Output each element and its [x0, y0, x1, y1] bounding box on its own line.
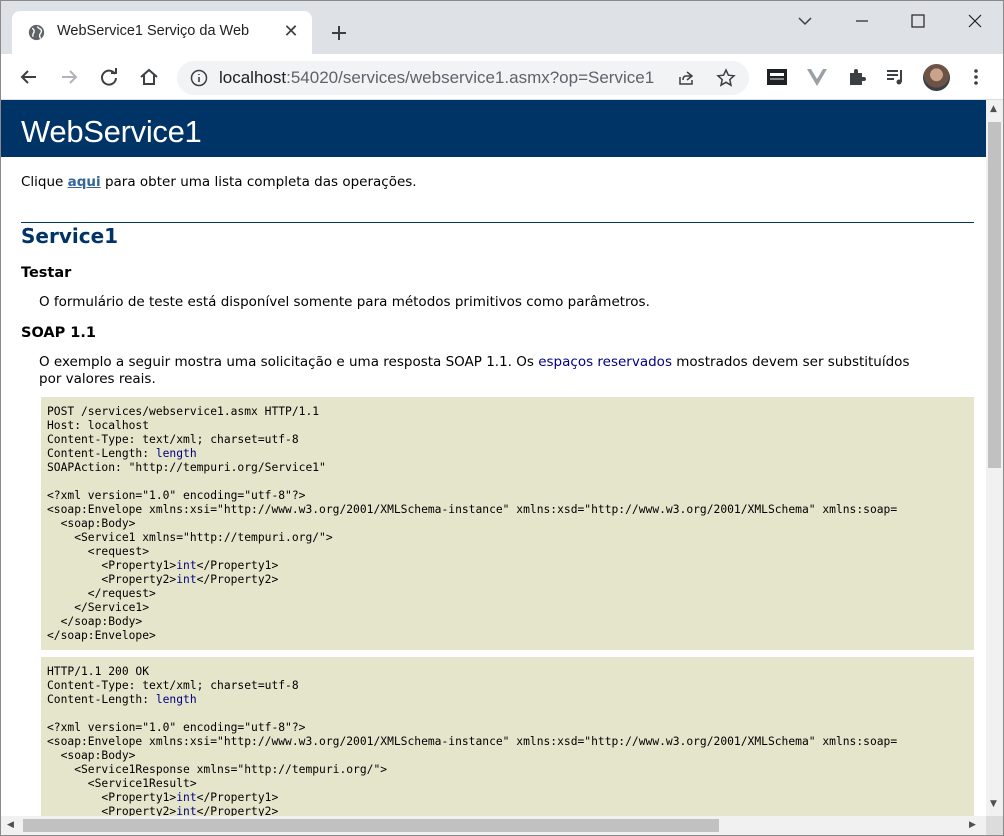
soap-response-sample: HTTP/1.1 200 OK Content-Type: text/xml; … — [41, 657, 974, 816]
close-tab-icon[interactable]: ✕ — [282, 23, 300, 41]
news-extension-icon[interactable] — [766, 66, 788, 88]
share-icon[interactable] — [677, 69, 695, 87]
scroll-down-arrow-icon[interactable]: ▼ — [990, 800, 997, 809]
vertical-scroll-thumb[interactable] — [988, 122, 1001, 468]
operations-intro: Clique aqui para obter uma lista complet… — [21, 174, 417, 190]
scroll-up-arrow-icon[interactable]: ▲ — [990, 105, 997, 114]
test-description: O formulário de teste está disponível so… — [39, 294, 650, 310]
test-heading: Testar — [21, 265, 72, 281]
maximize-icon[interactable] — [908, 11, 928, 31]
tab-search-chevron-icon[interactable] — [795, 11, 815, 31]
operations-list-link[interactable]: aqui — [68, 174, 101, 190]
new-tab-icon[interactable] — [327, 21, 351, 45]
page-banner: WebService1 — [1, 100, 986, 157]
profile-avatar[interactable] — [923, 64, 950, 91]
globe-icon — [28, 24, 45, 41]
browser-toolbar: localhost:54020/services/webservice1.asm… — [1, 54, 1003, 100]
scroll-right-arrow-icon[interactable]: ▶ — [969, 821, 976, 830]
soap11-description: O exemplo a seguir mostra uma solicitaçã… — [39, 354, 910, 387]
browser-tab[interactable]: WebService1 Serviço da Web ✕ — [12, 11, 312, 54]
reload-icon[interactable] — [98, 66, 120, 88]
back-icon[interactable] — [18, 66, 40, 88]
home-icon[interactable] — [138, 66, 160, 88]
bookmark-star-icon[interactable] — [716, 68, 736, 88]
address-bar[interactable]: localhost:54020/services/webservice1.asm… — [177, 61, 749, 95]
media-queue-icon[interactable] — [885, 66, 907, 88]
browser-window: WebService1 Serviço da Web ✕ localhost:5… — [0, 0, 1004, 836]
scroll-left-arrow-icon[interactable]: ◀ — [7, 821, 14, 830]
tab-strip: WebService1 Serviço da Web ✕ — [1, 1, 1003, 54]
vertical-scrollbar[interactable]: ▲ ▼ — [986, 100, 1003, 816]
minimize-icon[interactable] — [852, 11, 872, 31]
operation-title: Service1 — [21, 224, 119, 248]
horizontal-scroll-thumb[interactable] — [23, 819, 719, 832]
vue-devtools-icon[interactable] — [806, 66, 828, 88]
extensions-puzzle-icon[interactable] — [846, 66, 868, 88]
placeholder-label: espaços reservados — [538, 354, 672, 370]
more-menu-icon[interactable] — [965, 66, 987, 88]
url-text: localhost:54020/services/webservice1.asm… — [219, 68, 655, 87]
scrollbar-corner — [986, 816, 1003, 835]
page-title: WebService1 — [21, 114, 202, 149]
soap11-heading: SOAP 1.1 — [21, 325, 96, 341]
soap-request-sample: POST /services/webservice1.asmx HTTP/1.1… — [41, 397, 974, 650]
forward-icon[interactable] — [58, 66, 80, 88]
tab-title: WebService1 Serviço da Web — [57, 23, 250, 39]
section-divider — [21, 222, 974, 223]
info-icon[interactable] — [190, 69, 208, 87]
page-viewport: WebService1 Clique aqui para obter uma l… — [1, 100, 986, 816]
horizontal-scrollbar[interactable]: ◀ ▶ — [1, 816, 986, 835]
close-window-icon[interactable] — [965, 11, 985, 31]
